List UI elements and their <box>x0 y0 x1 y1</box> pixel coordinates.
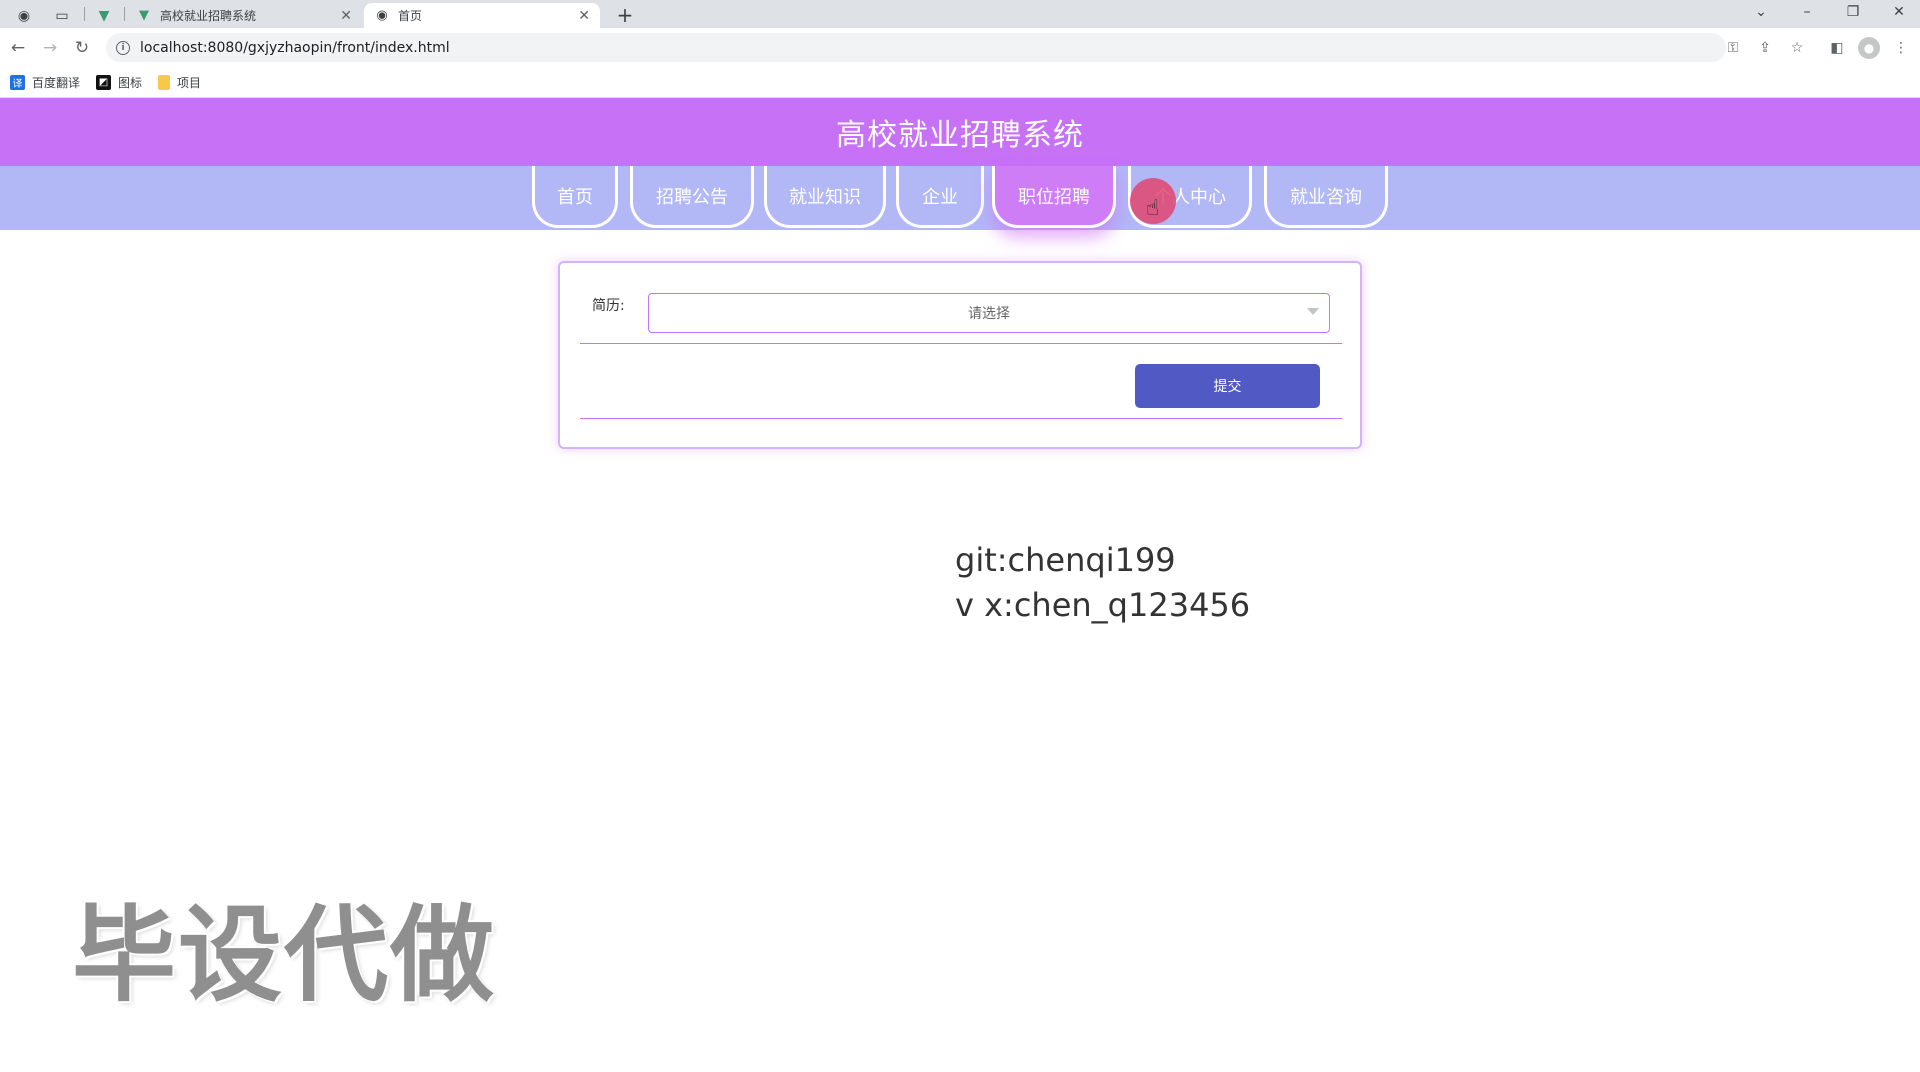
address-bar[interactable]: i localhost:8080/gxjyzhaopin/front/index… <box>106 33 1726 62</box>
iconfont-icon: ◩ <box>96 75 112 90</box>
bookmark-label: 百度翻译 <box>32 76 81 90</box>
nav-consultation[interactable]: 就业咨询 <box>1264 166 1388 228</box>
share-icon[interactable]: ⇪ <box>1754 37 1776 59</box>
form-divider <box>580 418 1342 419</box>
side-panel-icon[interactable]: ◧ <box>1826 37 1848 59</box>
nav-label: 招聘公告 <box>656 186 728 208</box>
menu-icon[interactable]: ⋮ <box>1890 37 1912 59</box>
nav-label: 企业 <box>922 186 958 208</box>
nav-job-recruitment[interactable]: 职位招聘 <box>992 166 1116 228</box>
close-icon[interactable]: ✕ <box>340 8 352 24</box>
submit-label: 提交 <box>1213 379 1242 395</box>
nav-companies[interactable]: 企业 <box>896 166 984 228</box>
hand-cursor-icon: ☝ <box>1146 196 1160 221</box>
translate-icon: 译 <box>10 75 25 90</box>
forward-icon[interactable]: → <box>38 36 62 60</box>
tab-divider <box>84 7 85 21</box>
star-icon[interactable]: ☆ <box>1786 37 1808 59</box>
globe-icon: ◉ <box>376 8 388 23</box>
url-text: localhost:8080/gxjyzhaopin/front/index.h… <box>140 39 450 56</box>
key-icon[interactable]: ⚿ <box>1722 37 1744 59</box>
vue-icon: ▼ <box>139 8 149 23</box>
bookmark-baidu-translate[interactable]: 译 百度翻译 <box>10 74 80 91</box>
close-icon[interactable]: ✕ <box>578 8 590 24</box>
restore-button[interactable]: ❐ <box>1830 0 1876 24</box>
chevron-down-icon <box>1307 308 1319 315</box>
bookmark-label: 图标 <box>118 76 143 90</box>
new-tab-button[interactable]: + <box>612 3 638 27</box>
resume-label: 简历: <box>592 298 625 314</box>
tab-search-icon[interactable]: ⌄ <box>1738 0 1784 24</box>
reload-icon[interactable]: ↻ <box>70 36 94 60</box>
bookmarks-bar: 译 百度翻译 ◩ 图标 项目 <box>0 68 1920 98</box>
contact-git: git:chenqi199 <box>955 541 1176 579</box>
bookmark-label: 项目 <box>177 76 202 90</box>
nav-label: 就业知识 <box>789 186 861 208</box>
resume-select-placeholder: 请选择 <box>968 306 1010 322</box>
submit-button[interactable]: 提交 <box>1135 364 1320 408</box>
folder-icon <box>158 75 171 90</box>
nav-label: 职位招聘 <box>1018 186 1090 208</box>
tab-title: 高校就业招聘系统 <box>160 9 257 23</box>
blank-tab-icon[interactable]: ▭ <box>44 3 80 28</box>
site-header: 高校就业招聘系统 <box>0 98 1920 166</box>
watermark-text: 毕设代做 <box>72 894 497 1016</box>
tab-home[interactable]: ◉ 首页 ✕ <box>364 3 600 28</box>
back-icon[interactable]: ← <box>6 36 30 60</box>
globe-icon[interactable]: ◉ <box>6 3 42 28</box>
info-icon[interactable]: i <box>116 40 130 55</box>
browser-toolbar: ← → ↻ i localhost:8080/gxjyzhaopin/front… <box>0 28 1920 68</box>
minimize-button[interactable]: – <box>1784 0 1830 24</box>
bookmark-icons[interactable]: ◩ 图标 <box>96 74 142 91</box>
form-divider <box>580 343 1342 344</box>
application-form: 简历: 请选择 提交 <box>558 261 1362 449</box>
nav-employment-knowledge[interactable]: 就业知识 <box>764 166 886 228</box>
site-title: 高校就业招聘系统 <box>836 118 1084 153</box>
contact-overlay: git:chenqi199 v x:chen_q123456 <box>955 538 1250 628</box>
bookmark-project-folder[interactable]: 项目 <box>158 74 201 91</box>
tab-divider <box>124 7 125 21</box>
profile-avatar-icon[interactable]: ● <box>1858 37 1880 59</box>
nav-label: 就业咨询 <box>1290 186 1362 208</box>
contact-wechat: v x:chen_q123456 <box>955 586 1251 624</box>
close-window-button[interactable]: ✕ <box>1876 0 1920 24</box>
tab-system[interactable]: ▼ 高校就业招聘系统 ✕ <box>126 3 362 28</box>
nav-label: 首页 <box>557 186 593 208</box>
tab-title: 首页 <box>398 9 423 23</box>
main-nav: 首页 招聘公告 就业知识 企业 职位招聘 个人中心 就业咨询 <box>0 166 1920 230</box>
resume-select[interactable]: 请选择 <box>648 293 1330 333</box>
vue-icon[interactable]: ▼ <box>86 3 122 28</box>
browser-tabstrip: ◉ ▭ ▼ ▼ 高校就业招聘系统 ✕ ◉ 首页 ✕ + ⌄ – ❐ ✕ <box>0 0 1920 28</box>
nav-announcements[interactable]: 招聘公告 <box>630 166 754 228</box>
nav-home[interactable]: 首页 <box>532 166 618 228</box>
